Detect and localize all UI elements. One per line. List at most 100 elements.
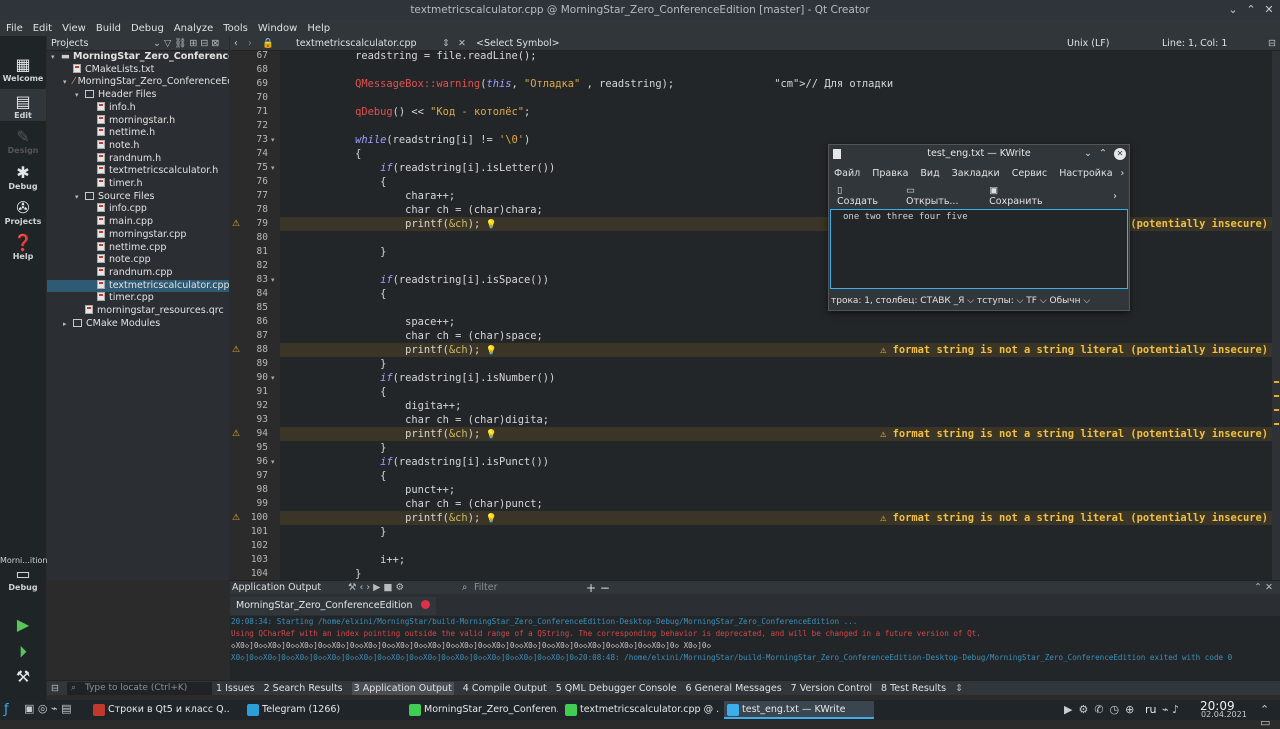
tree-item[interactable]: ▾ ▬ MorningStar_Zero_ConferenceE <box>47 51 229 64</box>
app-launcher-icon[interactable]: ƒ <box>4 702 9 717</box>
nav-back-icon[interactable]: ‹ <box>234 36 238 51</box>
code-line[interactable]: printf(&ch); 💡 ⚠ format string is not a s… <box>280 343 1272 357</box>
mode-projects[interactable]: ✇ Projects <box>0 199 46 227</box>
output-tools-icons[interactable]: ⚒ ‹ › ▶ ■ ⚙ <box>348 581 404 595</box>
code-line[interactable]: printf(&ch); 💡 ⚠ format string is not a s… <box>280 511 1272 525</box>
code-line[interactable]: if(readstring[i].isNumber()) <box>280 371 1272 385</box>
file-tab[interactable]: textmetricscalculator.cpp <box>296 36 417 51</box>
tree-item[interactable]: textmetricscalculator.cpp <box>47 279 229 293</box>
output-filter-input[interactable]: Filter <box>474 581 498 595</box>
tree-item[interactable]: randnum.cpp <box>47 266 229 280</box>
clock-date[interactable]: 02.04.2021 <box>1201 710 1247 719</box>
tree-item[interactable]: timer.h <box>47 178 229 191</box>
code-line[interactable]: printf(&ch); 💡 ⚠ format string is not a s… <box>280 427 1272 441</box>
code-line[interactable]: i++; <box>280 553 1272 567</box>
tree-item[interactable]: randnum.h <box>47 152 229 166</box>
locator-input[interactable]: ⌕ Type to locate (Ctrl+K) <box>67 682 212 695</box>
tree-item[interactable]: ▾ ⁄ MorningStar_Zero_ConferenceEd <box>47 76 229 89</box>
code-line[interactable]: if(readstring[i].isPunct()) <box>280 455 1272 469</box>
line-ending-selector[interactable]: Unix (LF) <box>1067 36 1109 51</box>
file-tab-dropdown-icon[interactable]: ⇕ <box>442 36 450 51</box>
kwrite-maximize-icon[interactable]: ⌃ <box>1099 145 1107 163</box>
expand-arrow-icon[interactable]: ▸ <box>63 318 73 331</box>
code-line[interactable]: } <box>280 441 1272 455</box>
lightbulb-icon[interactable]: 💡 <box>480 346 497 356</box>
output-pane-button[interactable]: 8 Test Results <box>881 683 946 694</box>
code-line[interactable]: } <box>280 357 1272 371</box>
output-pane-button[interactable]: 3 Application Output <box>351 682 454 695</box>
kw-menu-bookmarks[interactable]: Закладки <box>952 168 1000 179</box>
fold-arrow-icon[interactable]: ▾ <box>271 371 275 385</box>
mode-edit[interactable]: ▤ Edit <box>0 89 46 121</box>
debug-run-button[interactable]: ⏵ <box>0 643 46 661</box>
menu-window[interactable]: Window <box>258 23 297 34</box>
keyboard-layout[interactable]: ru <box>1145 703 1157 716</box>
menu-file[interactable]: File <box>6 23 23 34</box>
output-pane-button[interactable]: 7 Version Control <box>791 683 872 694</box>
tree-item[interactable]: morningstar.cpp <box>47 228 229 242</box>
split-icon[interactable]: ⊟ <box>1268 36 1276 51</box>
kw-new-button[interactable]: ▯ Создать <box>837 185 894 207</box>
menu-debug[interactable]: Debug <box>131 23 164 34</box>
output-tab[interactable]: MorningStar_Zero_ConferenceEdition <box>230 597 436 615</box>
tray-network-icons[interactable]: ⌁ ♪ <box>1162 703 1179 716</box>
tree-item[interactable]: morningstar.h <box>47 114 229 128</box>
code-line[interactable]: char ch = (char)space; <box>280 329 1272 343</box>
code-line[interactable]: punct++; <box>280 483 1272 497</box>
panes-menu-icon[interactable]: ⇕ <box>955 683 963 694</box>
symbol-selector[interactable]: <Select Symbol> <box>476 36 560 51</box>
tree-item[interactable]: info.cpp <box>47 203 229 216</box>
code-line[interactable]: char ch = (char)digita; <box>280 413 1272 427</box>
code-editor[interactable]: readstring = file.readLine(); QMessageBo… <box>280 51 1272 580</box>
stop-icon[interactable] <box>420 600 430 609</box>
kw-menu-overflow-icon[interactable]: › <box>1121 168 1125 179</box>
kwrite-minimize-icon[interactable]: ⌄ <box>1084 145 1092 163</box>
code-line[interactable]: } <box>280 567 1272 580</box>
nav-forward-icon[interactable]: › <box>248 36 252 51</box>
code-line[interactable]: } <box>280 525 1272 539</box>
kw-menu-file[interactable]: Файл <box>834 168 860 179</box>
tree-item[interactable]: ▸ CMake Modules <box>47 318 229 331</box>
code-line[interactable] <box>280 119 1272 133</box>
kw-menu-settings[interactable]: Настройка <box>1059 168 1112 179</box>
code-line[interactable]: char ch = (char)punct; <box>280 497 1272 511</box>
taskbar-task[interactable]: test_eng.txt — KWrite <box>724 701 874 719</box>
code-line[interactable]: QMessageBox::warning(this, "Отладка" , r… <box>280 77 1272 91</box>
taskbar-task[interactable]: MorningStar_Zero_Conferen... <box>406 701 558 719</box>
kw-open-button[interactable]: ▭ Открыть... <box>906 185 977 207</box>
toggle-sidebar-icon[interactable]: ⊟ <box>51 681 59 696</box>
kit-selector[interactable]: Morni...ition ▭ Debug <box>0 556 47 592</box>
menu-tools[interactable]: Tools <box>223 23 248 34</box>
menu-analyze[interactable]: Analyze <box>174 23 213 34</box>
code-line[interactable] <box>280 91 1272 105</box>
menu-edit[interactable]: Edit <box>33 23 52 34</box>
tree-item[interactable]: note.h <box>47 139 229 153</box>
kwrite-close-icon[interactable]: ✕ <box>1114 148 1126 160</box>
close-file-icon[interactable]: ✕ <box>458 36 466 51</box>
code-line[interactable]: digita++; <box>280 399 1272 413</box>
tree-item[interactable]: nettime.h <box>47 127 229 140</box>
menu-help[interactable]: Help <box>307 23 330 34</box>
minimize-icon[interactable]: ⌄ <box>1226 3 1240 17</box>
tree-item[interactable]: nettime.cpp <box>47 241 229 255</box>
kwrite-statusbar[interactable]: трока: 1, столбец: СТАВК _Я ⌵ тступы: ⌵ … <box>829 293 1129 309</box>
cursor-position[interactable]: Line: 1, Col: 1 <box>1162 36 1227 51</box>
add-output-icon[interactable]: + − <box>586 581 610 595</box>
output-pane-button[interactable]: 5 QML Debugger Console <box>556 683 677 694</box>
kw-menu-tools[interactable]: Сервис <box>1012 168 1048 179</box>
code-line[interactable]: space++; <box>280 315 1272 329</box>
editor-scrollbar[interactable] <box>1272 51 1280 580</box>
tree-item[interactable]: timer.cpp <box>47 292 229 305</box>
menu-build[interactable]: Build <box>96 23 121 34</box>
tree-item[interactable]: ▾ Source Files <box>47 191 229 204</box>
expand-arrow-icon[interactable]: ▾ <box>51 51 61 64</box>
mode-design[interactable]: ✎ Design <box>0 128 46 156</box>
tree-item[interactable]: morningstar_resources.qrc <box>47 305 229 318</box>
fold-arrow-icon[interactable]: ▾ <box>271 133 275 147</box>
code-line[interactable]: { <box>280 385 1272 399</box>
application-output[interactable]: 20:08:34: Starting /home/elxini/MorningS… <box>230 616 1280 680</box>
tree-item[interactable]: note.cpp <box>47 254 229 267</box>
code-line[interactable] <box>280 63 1272 77</box>
maximize-icon[interactable]: ⌃ <box>1244 3 1258 17</box>
code-line[interactable]: { <box>280 469 1272 483</box>
